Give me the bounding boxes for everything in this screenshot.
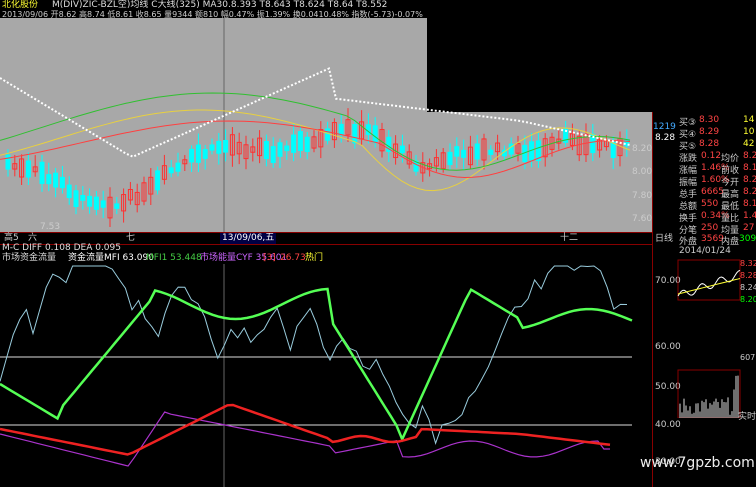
- mfi-line-thin: [0, 265, 628, 445]
- mini-y-2: 8.28: [740, 271, 756, 280]
- candle-body: [399, 145, 405, 154]
- candle-body: [195, 144, 201, 163]
- candle-body: [209, 144, 215, 151]
- candle-body: [66, 184, 72, 199]
- candle-body: [297, 131, 303, 152]
- indicator-tag: [3]: [263, 253, 276, 263]
- indicator-mfi: 资金流量MFI 63.090: [68, 253, 154, 263]
- candle-body: [304, 136, 310, 152]
- timeline-cursor-date: 13/09/06,五: [220, 233, 277, 244]
- mini-volume-bars: [679, 375, 739, 418]
- stat-row: 振幅1.60%今开8.20: [679, 175, 756, 188]
- candle-body: [270, 146, 276, 163]
- timeline-label-4: 十二: [560, 233, 579, 243]
- stat-row: 换手0.34%量比1.49: [679, 211, 756, 224]
- candle-body: [25, 160, 31, 178]
- candle-body: [39, 161, 45, 184]
- ma-line-green: [0, 92, 631, 171]
- candle-body: [284, 145, 290, 152]
- candle-body: [263, 141, 269, 160]
- mini-volume-frame: [677, 369, 741, 418]
- bid-row-3: 买③ 8.30 14: [679, 115, 755, 128]
- indicator-name: 市场资金流量: [2, 253, 57, 263]
- kline-chart[interactable]: [0, 18, 652, 232]
- candle-body: [87, 195, 93, 207]
- mini-y-1: 8.32: [740, 259, 756, 268]
- candle-body: [223, 139, 229, 153]
- candle-body: [325, 128, 331, 141]
- y-tick-7-60: 7.60: [632, 214, 653, 224]
- candle-body: [610, 141, 616, 158]
- mini-y-4: 8.20: [740, 295, 756, 304]
- candle-body: [454, 146, 460, 157]
- candle-body: [474, 143, 480, 160]
- bid-row-4: 买④ 8.29 10: [679, 127, 755, 140]
- outer-inner-row: 外盘 3569 内盘 3096: [679, 234, 756, 247]
- stat-row: 涨跌0.12均价8.25: [679, 151, 756, 164]
- candle-body: [202, 149, 208, 159]
- indicator-chart[interactable]: [0, 264, 652, 487]
- candle-body: [291, 134, 297, 153]
- timeline-label-2: 七: [126, 233, 136, 243]
- y-tick-8-00: 8.00: [632, 167, 653, 177]
- candle-body: [488, 149, 494, 155]
- date-row: 2014/01/24: [679, 246, 731, 256]
- candle-body: [447, 151, 453, 166]
- mini-vol-label: 607: [740, 353, 756, 362]
- candle-body: [46, 174, 52, 185]
- candle-body: [93, 196, 99, 210]
- y-tick-7-80: 7.80: [632, 191, 653, 201]
- mini-price-frame: [677, 259, 741, 301]
- candle-body: [216, 140, 222, 154]
- candle-body: [338, 123, 344, 136]
- realtime-button[interactable]: 实时: [738, 412, 756, 423]
- candle-body: [80, 194, 86, 201]
- ma-line-dotted: [0, 67, 631, 158]
- stat-row: 涨幅1.46%前收8.16: [679, 163, 756, 176]
- candle-body: [189, 148, 195, 163]
- candle-body: [5, 154, 11, 170]
- indicator-mfi1: MFI1 53.448: [146, 253, 202, 263]
- candle-body: [175, 162, 181, 172]
- candle-body: [352, 123, 358, 144]
- bid-row-5: 买⑤ 8.28 42: [679, 139, 755, 152]
- candle-body: [372, 125, 378, 144]
- indicator-hot: 热门: [305, 253, 324, 263]
- candle-body: [461, 149, 467, 158]
- candle-body: [277, 142, 283, 157]
- y-tick-8-20: 8.20: [632, 144, 653, 154]
- candle-body: [168, 167, 174, 174]
- mfi-smooth-line: [0, 287, 633, 443]
- stat-row: 总额550最低8.19: [679, 199, 756, 212]
- candle-body: [73, 190, 79, 208]
- candle-body: [53, 172, 59, 188]
- candle-body: [100, 200, 106, 208]
- indicator-value: 26.73: [280, 253, 306, 263]
- stat-row: 总手6665最高8.26: [679, 187, 756, 200]
- ma-line-yellow: [0, 109, 631, 192]
- candle-body: [155, 170, 161, 191]
- cyf-line: [0, 411, 610, 467]
- mini-avg-line: [677, 278, 741, 295]
- energy-line: [0, 403, 611, 456]
- mini-y-3: 8.24: [740, 283, 756, 292]
- candle-body: [114, 203, 120, 209]
- candle-body: [59, 176, 65, 189]
- watermark: www.7gpzb.com: [640, 455, 755, 471]
